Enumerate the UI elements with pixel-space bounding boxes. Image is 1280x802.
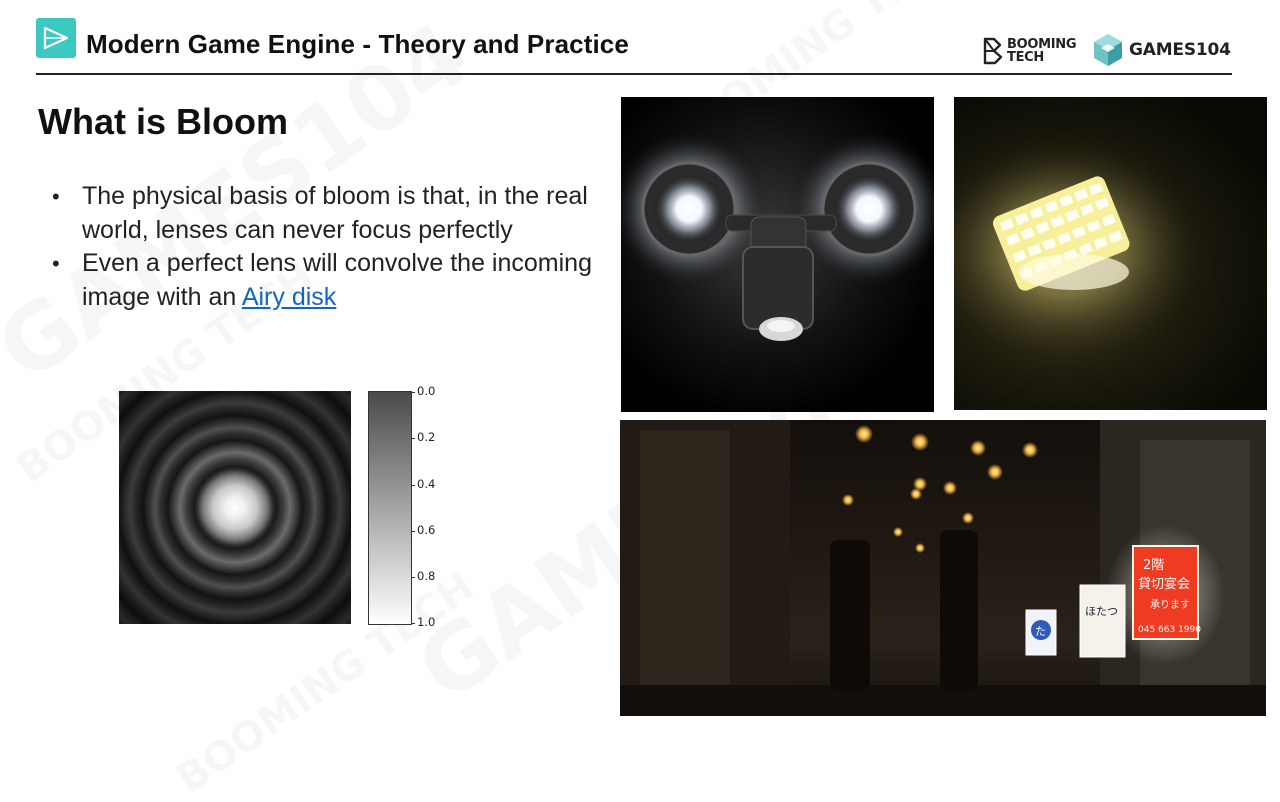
games104-logo: GAMES104: [1093, 33, 1231, 67]
colorbar-tick: [411, 485, 415, 486]
colorbar-tick: [411, 577, 415, 578]
sign-phone: 045 663 1990: [1138, 625, 1201, 635]
games104-cube-icon: [1094, 34, 1122, 66]
booming-tech-icon: [983, 37, 1003, 65]
colorbar-tick: [411, 531, 415, 532]
colorbar-tick-label: 0.2: [417, 430, 436, 444]
play-logo-icon: [36, 18, 76, 58]
brand-line-2: TECH: [1007, 50, 1044, 65]
bullet-list: • The physical basis of bloom is that, i…: [50, 180, 600, 314]
colorbar-tick-label: 0.6: [417, 523, 436, 537]
bullet-text: The physical basis of bloom is that, in …: [82, 182, 588, 244]
bullet-text: Even a perfect lens will convolve the in…: [82, 249, 592, 311]
sign-hotatsu: ほたつ: [1085, 605, 1118, 618]
slide-title: What is Bloom: [38, 101, 288, 142]
colorbar-tick: [411, 392, 415, 393]
colorbar-tick: [411, 438, 415, 439]
colorbar-tick-label: 0.4: [417, 477, 436, 491]
sign-uketamawari: 承ります: [1150, 599, 1190, 611]
header-divider: [36, 73, 1232, 75]
bullet-dot-icon: •: [52, 251, 60, 276]
header-title: Modern Game Engine - Theory and Practice: [86, 29, 629, 59]
bullet-item: • The physical basis of bloom is that, i…: [50, 180, 600, 247]
sign-kashikiri: 貸切宴会: [1138, 576, 1190, 592]
airy-disk-image: [119, 391, 351, 624]
booming-tech-logo: BOOMING TECH: [982, 36, 1077, 66]
bullet-item: • Even a perfect lens will convolve the …: [50, 247, 600, 314]
colorbar-tick: [411, 623, 415, 624]
games104-label: GAMES104: [1129, 40, 1231, 60]
bullet-dot-icon: •: [52, 184, 60, 209]
sign-ta: た: [1035, 625, 1046, 638]
airy-disk-link[interactable]: Airy disk: [242, 283, 336, 311]
night-street-photo: 2階 貸切宴会 承ります 045 663 1990 ほたつ た: [620, 420, 1266, 716]
colorbar-tick-label: 1.0: [417, 615, 436, 629]
colorbar-tick-label: 0.0: [417, 384, 436, 398]
led-bulb-photo: [954, 97, 1267, 410]
floodlight-photo: [621, 97, 934, 412]
colorbar: [368, 391, 412, 625]
colorbar-tick-label: 0.8: [417, 569, 436, 583]
sign-2kai: 2階: [1143, 558, 1164, 573]
